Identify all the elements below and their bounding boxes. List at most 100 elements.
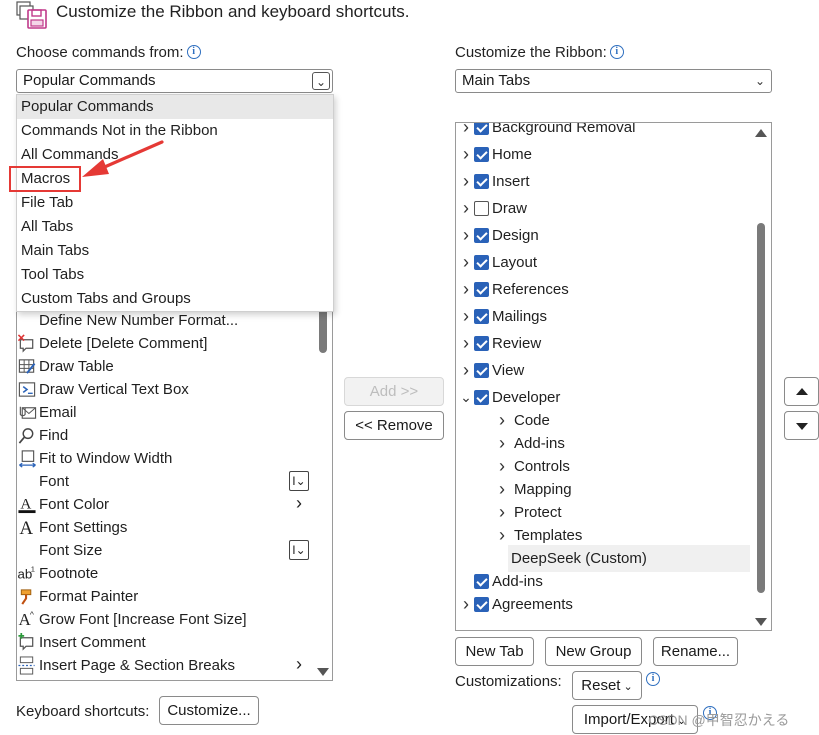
ribbon-tree-scrollbar[interactable] — [754, 123, 768, 630]
email-icon — [19, 406, 37, 419]
ribbon-tab-item[interactable]: › Background Removal — [456, 123, 756, 141]
add-button[interactable]: Add >> — [344, 377, 444, 406]
dropdown-item[interactable]: Tool Tabs — [21, 263, 84, 287]
command-item[interactable]: Draw Vertical Text Box — [17, 378, 307, 401]
chevron-right-icon: › — [296, 493, 302, 513]
tab-checkbox[interactable] — [474, 201, 489, 216]
chevron-right-icon[interactable]: › — [460, 591, 472, 618]
info-icon[interactable]: i — [186, 45, 201, 59]
tab-checkbox[interactable] — [474, 309, 489, 324]
ribbon-tab-item[interactable]: › References — [456, 276, 756, 303]
command-item[interactable]: Font Size I⌄ — [17, 539, 309, 562]
scroll-up-icon[interactable] — [755, 129, 767, 137]
command-item[interactable]: Format Painter — [17, 585, 307, 608]
command-label: Draw Vertical Text Box — [39, 381, 189, 398]
move-down-button[interactable] — [784, 411, 819, 440]
dropdown-item[interactable]: All Tabs — [21, 215, 73, 239]
customize-shortcuts-button[interactable]: Customize... — [159, 696, 259, 725]
command-item[interactable]: Find — [17, 424, 307, 447]
tab-checkbox[interactable] — [474, 282, 489, 297]
ribbon-tab-item[interactable]: › View — [456, 357, 756, 384]
command-label: Font Color — [39, 496, 110, 513]
svg-text:A: A — [20, 495, 31, 512]
chevron-down-icon[interactable]: ⌄ — [312, 72, 330, 90]
chevron-right-icon[interactable]: › — [460, 123, 472, 141]
chevron-right-icon[interactable]: › — [460, 276, 472, 303]
tab-checkbox[interactable] — [474, 336, 489, 351]
command-item[interactable]: Fit to Window Width — [17, 447, 307, 470]
new-tab-button[interactable]: New Tab — [455, 637, 534, 666]
text-box-icon: I⌄ — [289, 540, 309, 560]
tab-checkbox[interactable] — [474, 147, 489, 162]
reset-button[interactable]: Reset ⌄ — [572, 671, 642, 700]
command-item[interactable]: A ^ Grow Font [Increase Font Size] — [17, 608, 307, 631]
ribbon-tab-item[interactable]: › Review — [456, 330, 756, 357]
font-settings-icon: A — [19, 518, 33, 537]
command-item[interactable]: Delete [Delete Comment] — [17, 332, 307, 355]
text-box-icon: I⌄ — [289, 471, 309, 491]
chevron-right-icon[interactable]: › — [460, 141, 472, 168]
command-item[interactable]: Define New Number Format... — [17, 309, 307, 332]
choose-commands-combo-value: Popular Commands — [23, 72, 156, 89]
info-icon[interactable]: i — [646, 672, 660, 686]
ribbon-tab-item[interactable]: › Design — [456, 222, 756, 249]
rename-button[interactable]: Rename... — [653, 637, 738, 666]
tab-checkbox[interactable] — [474, 390, 489, 405]
commands-dropdown[interactable]: Popular Commands Commands Not in the Ribb… — [16, 94, 334, 312]
dropdown-item[interactable]: File Tab — [21, 191, 73, 215]
command-label: Fit to Window Width — [39, 450, 173, 467]
command-item[interactable]: Email — [17, 401, 307, 424]
chevron-right-icon[interactable]: › — [460, 357, 472, 384]
ribbon-tab-item[interactable]: › Layout — [456, 249, 756, 276]
chevron-right-icon[interactable]: › — [460, 249, 472, 276]
customizations-label: Customizations: — [455, 673, 562, 690]
tree-item-label: Home — [492, 146, 533, 163]
ribbon-tab-item[interactable]: › Home — [456, 141, 756, 168]
chevron-right-icon[interactable]: › — [496, 522, 508, 549]
command-item[interactable]: Insert Comment — [17, 631, 307, 654]
scroll-down-icon[interactable] — [755, 618, 767, 626]
triangle-down-icon — [796, 423, 808, 430]
chevron-right-icon[interactable]: › — [460, 195, 472, 222]
tab-checkbox[interactable] — [474, 363, 489, 378]
chevron-right-icon[interactable]: › — [460, 330, 472, 357]
info-icon[interactable]: i — [609, 45, 624, 59]
scroll-down-icon[interactable] — [317, 668, 329, 676]
dropdown-item[interactable]: Popular Commands — [17, 95, 333, 119]
format-painter-icon — [20, 589, 32, 605]
ribbon-tabs-tree[interactable]: › Background Removal › Home › Insert › Draw › Des… — [455, 122, 772, 631]
command-item[interactable]: A Font Color › — [17, 493, 307, 516]
tab-checkbox[interactable] — [474, 574, 489, 589]
remove-button[interactable]: << Remove — [344, 411, 444, 440]
dropdown-item[interactable]: Custom Tabs and Groups — [21, 287, 191, 311]
chevron-down-icon[interactable]: ⌄ — [751, 72, 769, 90]
ribbon-tab-item[interactable]: › Draw — [456, 195, 756, 222]
ribbon-tree-scroll-thumb[interactable] — [757, 223, 765, 593]
command-item[interactable]: Draw Table — [17, 355, 307, 378]
command-item[interactable]: A Font Settings — [17, 516, 307, 539]
command-label: Font — [39, 473, 70, 490]
chevron-right-icon[interactable]: › — [460, 222, 472, 249]
tab-checkbox[interactable] — [474, 174, 489, 189]
ribbon-tab-item[interactable]: › Insert — [456, 168, 756, 195]
tab-checkbox[interactable] — [474, 597, 489, 612]
customize-ribbon-combo[interactable]: Main Tabs ⌄ — [455, 69, 772, 93]
svg-text:A: A — [19, 518, 33, 537]
ribbon-tab-item[interactable]: › Agreements — [456, 591, 756, 618]
red-arrow-icon — [82, 140, 164, 177]
command-item[interactable]: ab 1 Footnote — [17, 562, 307, 585]
chevron-right-icon[interactable]: › — [460, 168, 472, 195]
ribbon-tab-item[interactable]: › Mailings — [456, 303, 756, 330]
move-up-button[interactable] — [784, 377, 819, 406]
command-item[interactable]: Font I⌄ — [17, 470, 309, 493]
dropdown-item[interactable]: Main Tabs — [21, 239, 89, 263]
choose-commands-combo[interactable]: Popular Commands ⌄ — [16, 69, 333, 93]
customize-ribbon-icon — [16, 1, 47, 29]
command-item[interactable]: Insert Page & Section Breaks › — [17, 654, 307, 677]
fit-width-icon — [19, 450, 36, 468]
tab-checkbox[interactable] — [474, 255, 489, 270]
tab-checkbox[interactable] — [474, 123, 489, 135]
chevron-right-icon[interactable]: › — [460, 303, 472, 330]
new-group-button[interactable]: New Group — [545, 637, 642, 666]
tab-checkbox[interactable] — [474, 228, 489, 243]
